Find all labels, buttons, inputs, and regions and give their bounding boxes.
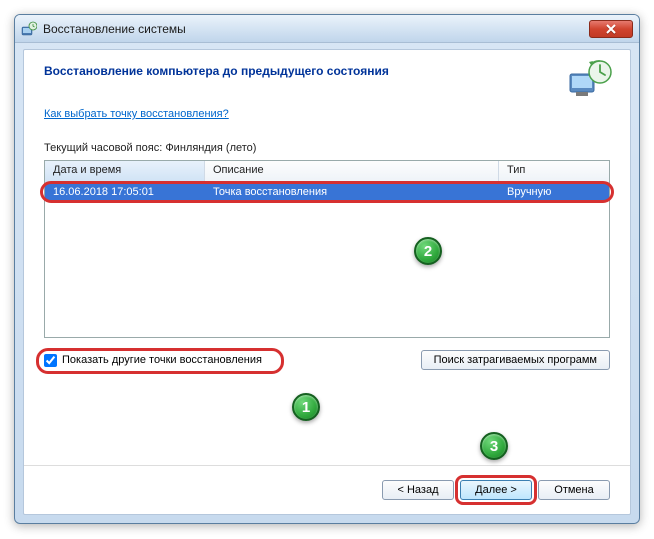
cell-description: Точка восстановления: [205, 185, 499, 199]
cell-type: Вручную: [499, 185, 609, 199]
window-title: Восстановление системы: [43, 22, 589, 36]
page-heading: Восстановление компьютера до предыдущего…: [44, 64, 610, 78]
close-icon: [606, 24, 616, 34]
help-link[interactable]: Как выбрать точку восстановления?: [44, 108, 229, 120]
titlebar[interactable]: Восстановление системы: [15, 15, 639, 43]
restore-points-table[interactable]: Дата и время Описание Тип 16.06.2018 17:…: [44, 160, 610, 338]
cell-datetime: 16.06.2018 17:05:01: [45, 185, 205, 199]
col-type[interactable]: Тип: [499, 161, 609, 182]
timezone-label: Текущий часовой пояс: Финляндия (лето): [44, 142, 610, 154]
back-button[interactable]: < Назад: [382, 480, 454, 500]
wizard-buttons: < Назад Далее > Отмена: [382, 480, 610, 500]
show-other-label: Показать другие точки восстановления: [62, 354, 262, 366]
col-description[interactable]: Описание: [205, 161, 499, 182]
next-button[interactable]: Далее >: [460, 480, 532, 500]
col-datetime[interactable]: Дата и время: [45, 161, 205, 182]
cancel-button[interactable]: Отмена: [538, 480, 610, 500]
show-other-checkbox-wrap[interactable]: Показать другие точки восстановления: [44, 354, 262, 367]
dialog-content: Восстановление компьютера до предыдущего…: [23, 49, 631, 515]
system-restore-icon: [21, 21, 37, 37]
show-other-checkbox[interactable]: [44, 354, 57, 367]
dialog-window: Восстановление системы Восстановление ко…: [14, 14, 640, 524]
scan-affected-button[interactable]: Поиск затрагиваемых программ: [421, 350, 610, 370]
separator: [24, 465, 630, 466]
table-row[interactable]: 16.06.2018 17:05:01 Точка восстановления…: [45, 183, 609, 201]
restore-large-icon: [568, 60, 612, 98]
table-header: Дата и время Описание Тип: [45, 161, 609, 183]
bottom-controls: Показать другие точки восстановления Пои…: [44, 350, 610, 370]
close-button[interactable]: [589, 20, 633, 38]
